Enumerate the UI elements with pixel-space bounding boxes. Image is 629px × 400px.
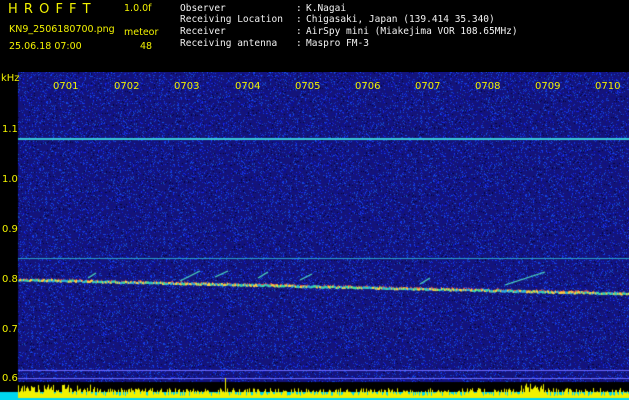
- info-label: Receiver: [180, 26, 226, 37]
- x-tick-label: 0702: [114, 81, 140, 92]
- info-label: Observer: [180, 3, 226, 14]
- y-tick-label: 0.9: [2, 224, 18, 235]
- y-tick-label: 1.1: [2, 124, 18, 135]
- info-colon: :: [296, 26, 302, 37]
- info-colon: :: [296, 3, 302, 14]
- x-tick-label: 0703: [174, 81, 200, 92]
- x-tick-label: 0704: [235, 81, 261, 92]
- y-tick-label: 1.0: [2, 174, 18, 185]
- y-tick-label: 0.8: [2, 274, 18, 285]
- x-tick-label: 0706: [355, 81, 381, 92]
- x-tick-label: 0708: [475, 81, 501, 92]
- info-colon: :: [296, 14, 302, 25]
- info-value: Maspro FM-3: [306, 38, 369, 49]
- x-tick-label: 0709: [535, 81, 561, 92]
- y-axis-unit: kHz: [1, 73, 20, 84]
- info-row-antenna: Receiving antenna : Maspro FM-3: [0, 39, 629, 51]
- header-panel: H R O F F T 1.0.0f KN9_2506180700.png me…: [0, 0, 629, 72]
- info-label: Receiving antenna: [180, 38, 278, 49]
- info-value: Chigasaki, Japan (139.414 35.340): [306, 14, 495, 25]
- info-value: K.Nagai: [306, 3, 347, 14]
- info-colon: :: [296, 38, 302, 49]
- y-tick-label: 0.6: [2, 373, 18, 384]
- x-tick-label: 0705: [295, 81, 321, 92]
- info-label: Receiving Location: [180, 14, 283, 25]
- spectrogram-canvas: [0, 72, 629, 400]
- y-tick-label: 0.7: [2, 324, 18, 335]
- x-tick-label: 0710: [595, 81, 621, 92]
- info-value: AirSpy mini (Miakejima VOR 108.65MHz): [306, 26, 518, 37]
- x-tick-label: 0707: [415, 81, 441, 92]
- x-tick-label: 0701: [53, 81, 79, 92]
